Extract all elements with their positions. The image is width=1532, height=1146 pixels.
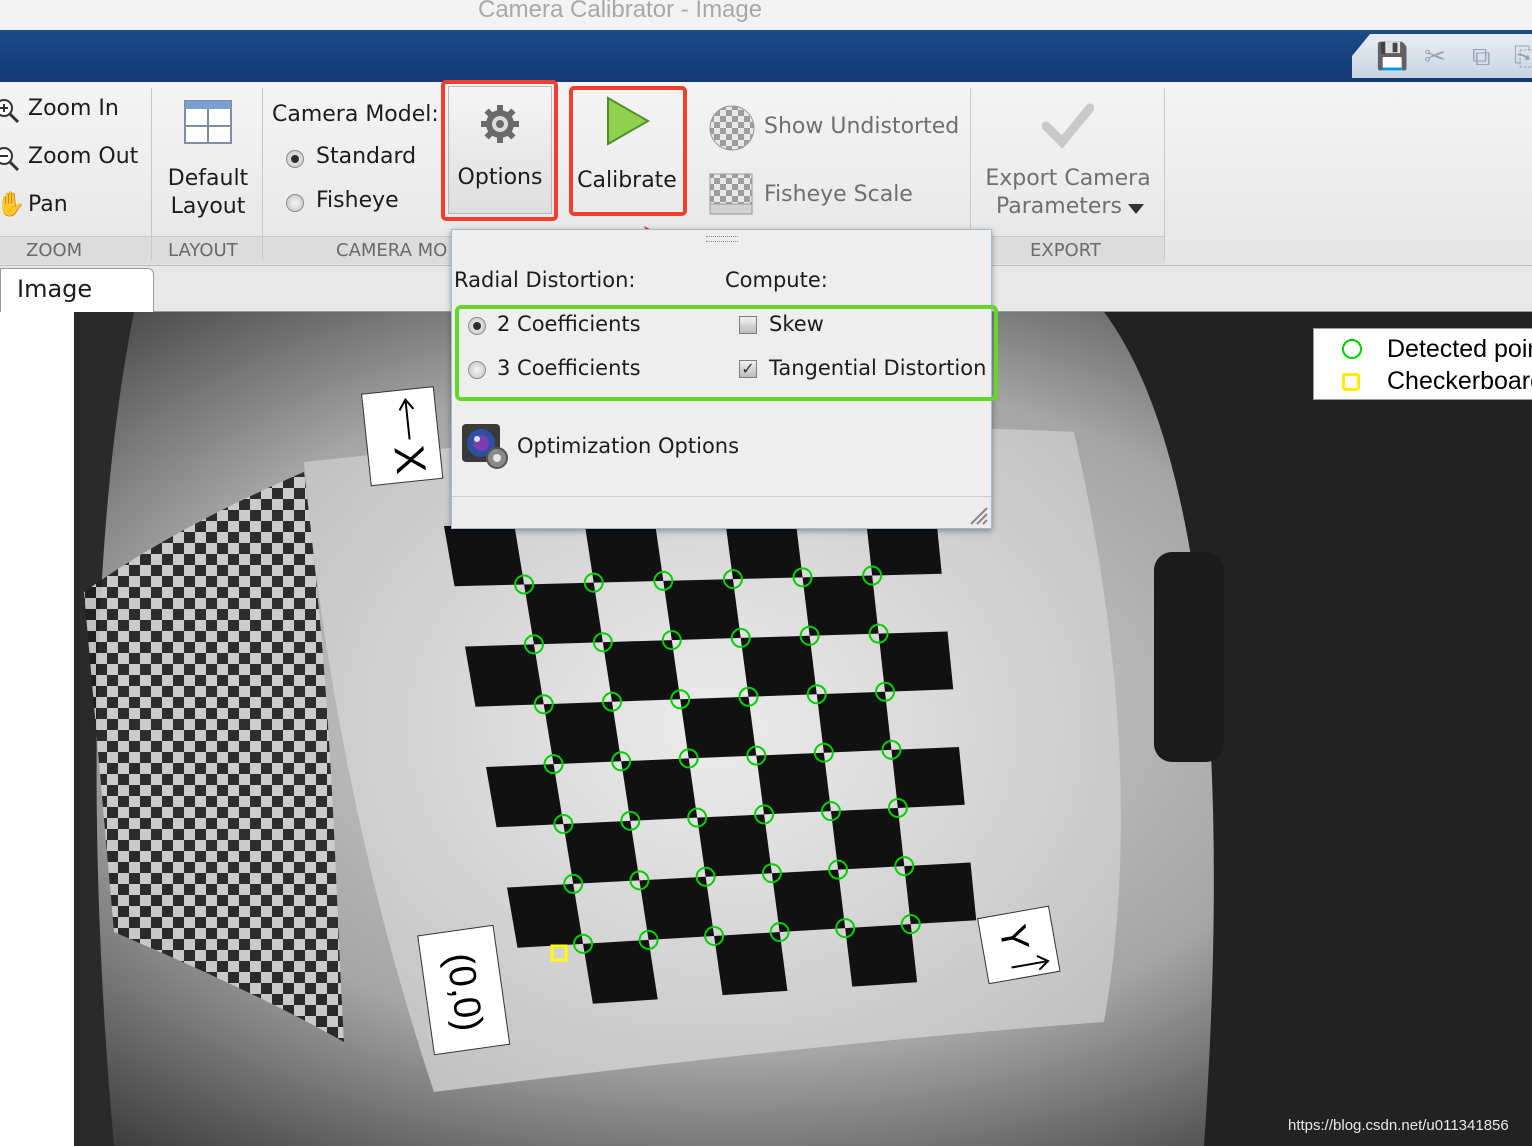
legend-origin-label: Checkerboard origin <box>1387 367 1532 395</box>
layout-group-label: LAYOUT <box>168 240 238 261</box>
checker-square <box>904 862 977 925</box>
pan-label: Pan <box>28 192 68 217</box>
fisheye-radio[interactable]: Fisheye <box>284 188 434 218</box>
default-layout-line2: Layout <box>170 194 246 219</box>
compute-options-highlight-box <box>455 305 998 401</box>
checker-square <box>830 807 905 870</box>
zoom-out-icon <box>0 147 20 172</box>
export-group-label: EXPORT <box>1030 240 1101 261</box>
tab-image-label: Image <box>17 275 93 303</box>
cut-icon[interactable]: ✂ <box>1424 42 1446 72</box>
watermark: https://blog.csdn.net/u011341856 <box>1288 1117 1509 1134</box>
ribbon-separator <box>151 88 152 260</box>
checker-square <box>816 691 892 753</box>
copy-icon[interactable]: ⧉ <box>1472 42 1491 73</box>
chevron-down-icon <box>1128 204 1144 214</box>
popup-grip[interactable] <box>706 236 738 242</box>
show-undistorted-label: Show Undistorted <box>764 114 960 139</box>
camera-model-label: Camera Model: <box>272 102 439 127</box>
legend-detected-marker <box>1342 339 1362 359</box>
legend-origin-marker <box>1342 373 1360 391</box>
checker-square <box>444 524 525 587</box>
window-title: Camera Calibrator - Image <box>478 0 763 23</box>
save-icon[interactable]: 💾 <box>1376 42 1408 72</box>
quick-access-toolbar: 💾 ✂ ⧉ ⎘ <box>1352 34 1532 78</box>
show-undistorted-button[interactable]: Show Undistorted <box>706 102 966 152</box>
checker-square <box>878 631 954 692</box>
app-header-band <box>0 30 1532 82</box>
standard-label: Standard <box>316 144 417 169</box>
zoom-out-label: Zoom Out <box>28 144 139 169</box>
checker-square <box>891 747 965 808</box>
optimization-options-button[interactable]: Optimization Options <box>460 422 780 472</box>
zoom-in-icon <box>0 99 20 124</box>
zoom-group-label: ZOOM <box>26 240 83 261</box>
export-camera-parameters-button[interactable]: Export Camera Parameters <box>978 94 1158 232</box>
origin-card: (0,0) <box>417 924 511 1056</box>
export-label-line1: Export Camera <box>985 166 1151 191</box>
zoom-in-button[interactable]: Zoom In <box>0 94 145 128</box>
y-axis-card: Y <box>977 905 1061 985</box>
camera-lens-gear-icon <box>462 424 508 469</box>
export-label-line2: Parameters <box>996 194 1122 219</box>
standard-radio[interactable]: Standard <box>284 144 434 174</box>
fisheye-label: Fisheye <box>316 188 399 213</box>
legend-detected-label: Detected points <box>1387 335 1532 363</box>
camera-mount-knob <box>1154 552 1224 762</box>
fisheye-scale-icon <box>709 173 753 215</box>
default-layout-button[interactable]: Default Layout <box>158 94 258 232</box>
camera-calibrator-window: Camera Calibrator - Image 💾 ✂ ⧉ ⎘ Zoom I… <box>0 0 1532 1146</box>
legend: Detected points Checkerboard origin <box>1313 328 1532 400</box>
popup-footer <box>452 496 991 528</box>
checker-square <box>845 924 918 987</box>
paste-icon[interactable]: ⎘ <box>1514 42 1532 73</box>
x-axis-label: X <box>385 443 435 476</box>
undistorted-checker-icon <box>709 105 755 151</box>
layout-grid-icon <box>184 100 232 144</box>
checker-square <box>802 575 879 636</box>
options-highlight-box <box>441 80 558 221</box>
fisheye-scale-label: Fisheye Scale <box>764 182 913 207</box>
default-layout-line1: Default <box>167 166 249 191</box>
zoom-out-button[interactable]: Zoom Out <box>0 142 145 176</box>
resize-grip-icon[interactable] <box>967 504 989 526</box>
camera-model-group-label: CAMERA MO <box>336 240 448 261</box>
radial-distortion-label: Radial Distortion: <box>454 268 636 292</box>
standard-radio-indicator <box>286 150 304 168</box>
compute-label: Compute: <box>725 268 828 292</box>
optimization-options-label: Optimization Options <box>517 434 740 458</box>
calibrate-highlight-box <box>569 86 687 216</box>
title-bar: Camera Calibrator - Image <box>0 0 1532 30</box>
x-axis-card: X <box>361 386 444 487</box>
hand-icon: ✋ <box>0 190 26 218</box>
fisheye-scale-button[interactable]: Fisheye Scale <box>706 170 966 220</box>
fisheye-radio-indicator <box>286 194 304 212</box>
tab-image[interactable]: Image <box>0 268 154 312</box>
checkmark-icon <box>1042 103 1094 148</box>
pan-button[interactable]: ✋ Pan <box>0 190 145 224</box>
ribbon-separator <box>1164 88 1165 260</box>
zoom-in-label: Zoom In <box>28 96 119 121</box>
ribbon-separator <box>262 88 263 260</box>
